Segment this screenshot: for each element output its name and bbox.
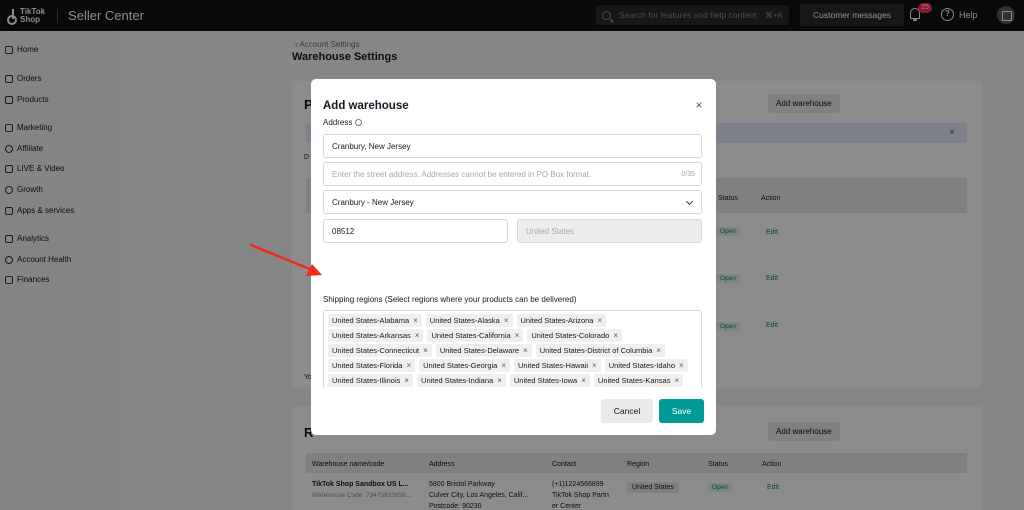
region-tag-label: United States-Hawaii [518,361,589,370]
region-tag: United States-California × [427,329,524,342]
info-icon[interactable] [355,119,363,126]
chevron-down-icon [685,197,694,206]
region-tag-label: United States-Delaware [439,346,520,355]
region-tag: United States-Idaho × [604,359,688,372]
region-tag: United States-Georgia × [419,359,511,372]
region-tag-label: United States-Idaho [608,361,676,370]
address-input[interactable]: Cranbury, New Jersey [323,134,702,158]
region-tag-label: United States-Georgia [423,361,498,370]
shipping-regions-label: Shipping regions (Select regions where y… [323,295,577,304]
region-tag: United States-Alabama × [328,314,422,327]
region-tag: United States-Alaska × [425,314,513,327]
region-tag-label: United States-Alaska [429,316,500,325]
region-tag: United States-Arizona × [516,314,607,327]
region-tag: United States-Arkansas × [328,329,424,342]
remove-tag-icon[interactable]: × [497,376,502,385]
address-label: Address [323,119,363,127]
region-tag-label: United States-Iowa [513,376,578,385]
region-tag: United States-Indiana × [417,374,506,387]
region-tag: United States-District of Columbia × [535,344,665,357]
cancel-button[interactable]: Cancel [601,399,653,423]
remove-tag-icon[interactable]: × [674,376,679,385]
region-tag-label: United States-Alabama [332,316,410,325]
remove-tag-icon[interactable]: × [406,361,411,370]
dialog-footer: Cancel Save [311,399,716,423]
character-counter: 0/35 [681,170,695,178]
region-tag: United States-Illinois × [328,374,414,387]
region-tag-label: United States-Illinois [332,376,401,385]
save-button[interactable]: Save [659,399,704,423]
remove-tag-icon[interactable]: × [415,331,420,340]
zip-code-input[interactable]: 08512 [323,219,508,243]
region-tag-label: United States-Colorado [531,331,610,340]
city-state-select[interactable]: Cranbury - New Jersey [323,190,702,214]
remove-tag-icon[interactable]: × [515,331,520,340]
region-tag: United States-Iowa × [509,374,590,387]
remove-tag-icon[interactable]: × [679,361,684,370]
region-tag: United States-Hawaii × [514,359,601,372]
region-tag: United States-Colorado × [527,329,622,342]
remove-tag-icon[interactable]: × [613,331,618,340]
remove-tag-icon[interactable]: × [592,361,597,370]
region-tag-label: United States-District of Columbia [539,346,653,355]
remove-tag-icon[interactable]: × [404,376,409,385]
region-tag-label: United States-Arkansas [332,331,411,340]
region-tag-label: United States-Arizona [520,316,594,325]
region-tag: United States-Kansas × [593,374,684,387]
region-tag-label: United States-Connecticut [332,346,420,355]
country-field: United States [517,219,702,243]
remove-tag-icon[interactable]: × [523,346,528,355]
remove-tag-icon[interactable]: × [581,376,586,385]
remove-tag-icon[interactable]: × [504,316,509,325]
remove-tag-icon[interactable]: × [501,361,506,370]
region-tag: United States-Florida × [328,359,416,372]
remove-tag-icon[interactable]: × [413,316,418,325]
dialog-scroll-area[interactable]: Address Cranbury, New Jersey Enter the s… [311,119,716,387]
remove-tag-icon[interactable]: × [597,316,602,325]
region-tag: United States-Connecticut × [328,344,432,357]
remove-tag-icon[interactable]: × [423,346,428,355]
region-tag-label: United States-Florida [332,361,403,370]
close-icon[interactable]: × [693,99,705,111]
shipping-regions-select[interactable]: United States-Alabama × United States-Alas… [323,310,702,387]
region-tag-label: United States-Kansas [597,376,671,385]
region-tag-label: United States-California [431,331,511,340]
dialog-title: Add warehouse [323,100,409,112]
street-address-input[interactable]: Enter the street address. Addresses cann… [323,162,702,186]
remove-tag-icon[interactable]: × [656,346,661,355]
region-tag-label: United States-Indiana [421,376,494,385]
add-warehouse-dialog: Add warehouse × Address Cranbury, New Je… [311,79,716,435]
region-tag: United States-Delaware × [435,344,532,357]
